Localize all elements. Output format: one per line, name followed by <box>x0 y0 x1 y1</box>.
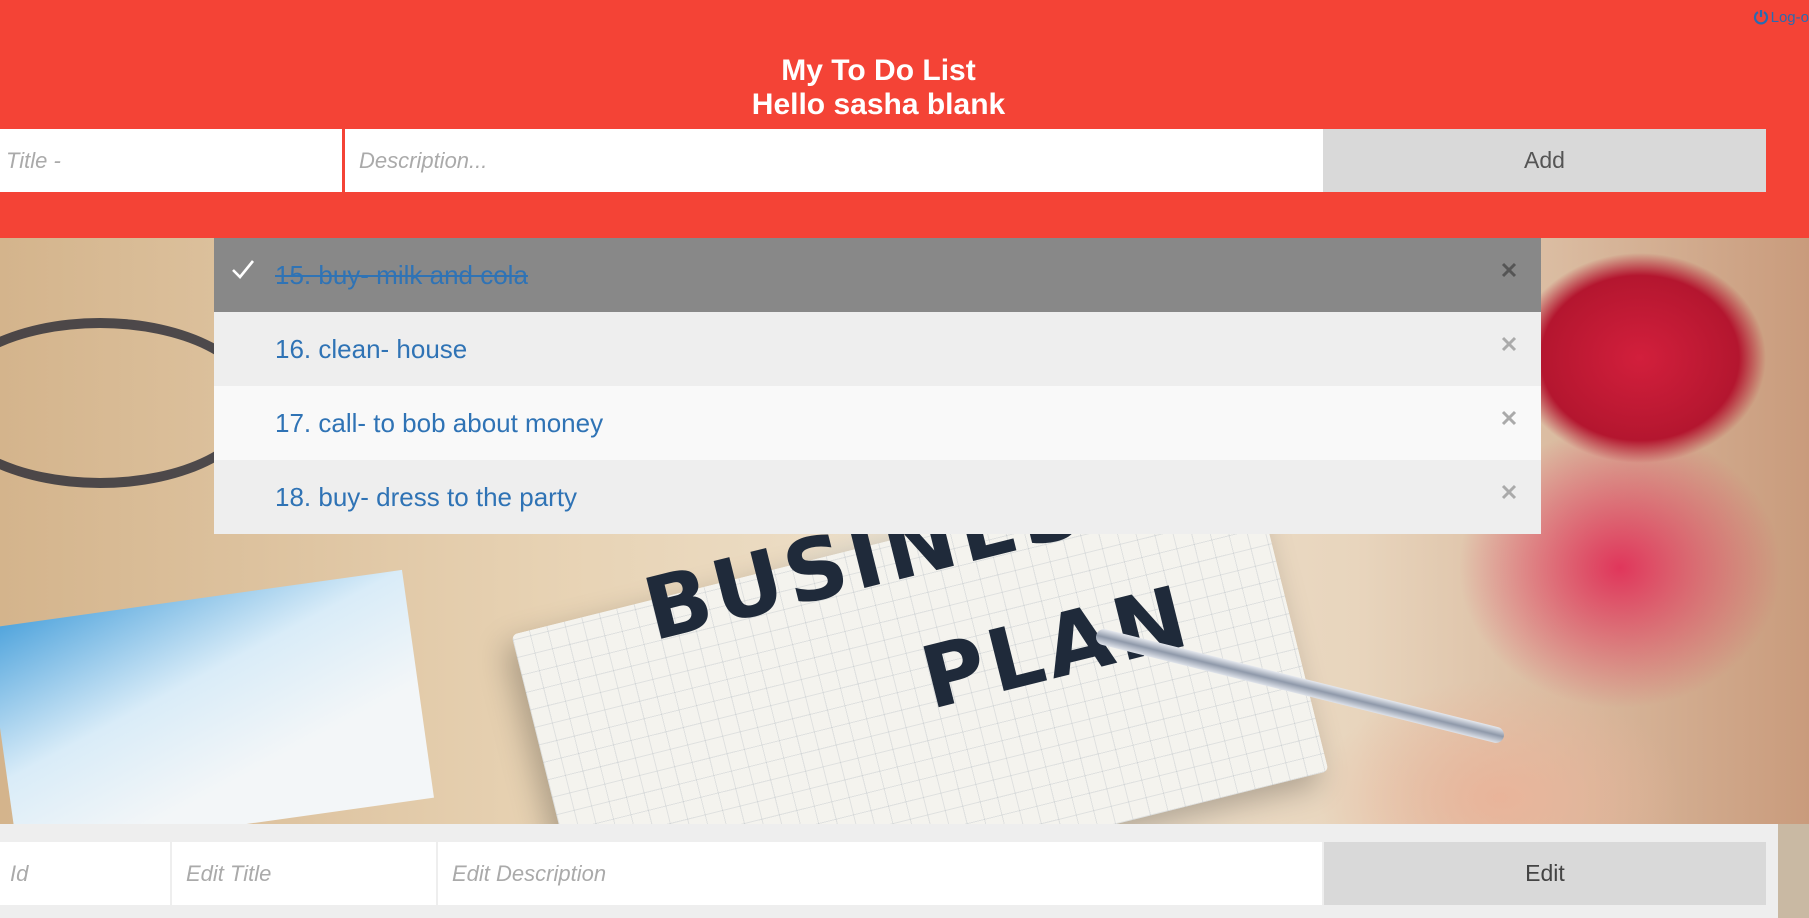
edit-todo-form: Edit <box>0 842 1766 905</box>
page-title: My To Do List <box>781 54 976 87</box>
todo-item[interactable]: 17. call- to bob about money <box>214 386 1541 460</box>
todo-text: 16. clean- house <box>275 333 468 364</box>
close-icon[interactable] <box>1499 260 1519 280</box>
description-input[interactable] <box>345 129 1323 192</box>
edit-button[interactable]: Edit <box>1324 842 1766 905</box>
todo-list: 15. buy- milk and cola 16. clean- house 17… <box>214 238 1541 534</box>
logout-label: Log-o <box>1770 8 1809 26</box>
app-header: Log-o My To Do List Hello sasha blank Ad… <box>0 0 1809 238</box>
title-input[interactable] <box>0 129 342 192</box>
close-icon[interactable] <box>1499 482 1519 502</box>
check-icon <box>232 260 255 279</box>
power-icon <box>1753 10 1768 25</box>
edit-description-input[interactable] <box>438 842 1322 905</box>
todo-text: 18. buy- dress to the party <box>275 481 578 512</box>
close-icon[interactable] <box>1499 408 1519 428</box>
todo-item[interactable]: 15. buy- milk and cola <box>214 238 1541 312</box>
add-todo-form: Add <box>0 129 1766 192</box>
todo-text: 15. buy- milk and cola <box>275 259 528 290</box>
todo-item[interactable]: 18. buy- dress to the party <box>214 460 1541 534</box>
edit-title-input[interactable] <box>172 842 436 905</box>
blue-document <box>0 569 434 824</box>
todo-item[interactable]: 16. clean- house <box>214 312 1541 386</box>
add-button[interactable]: Add <box>1323 129 1766 192</box>
todo-text: 17. call- to bob about money <box>275 407 604 438</box>
id-input[interactable] <box>0 842 170 905</box>
greeting: Hello sasha blank <box>751 88 1006 121</box>
logout-link[interactable]: Log-o <box>1753 6 1809 28</box>
close-icon[interactable] <box>1499 334 1519 354</box>
edit-bar: Edit <box>0 824 1778 918</box>
